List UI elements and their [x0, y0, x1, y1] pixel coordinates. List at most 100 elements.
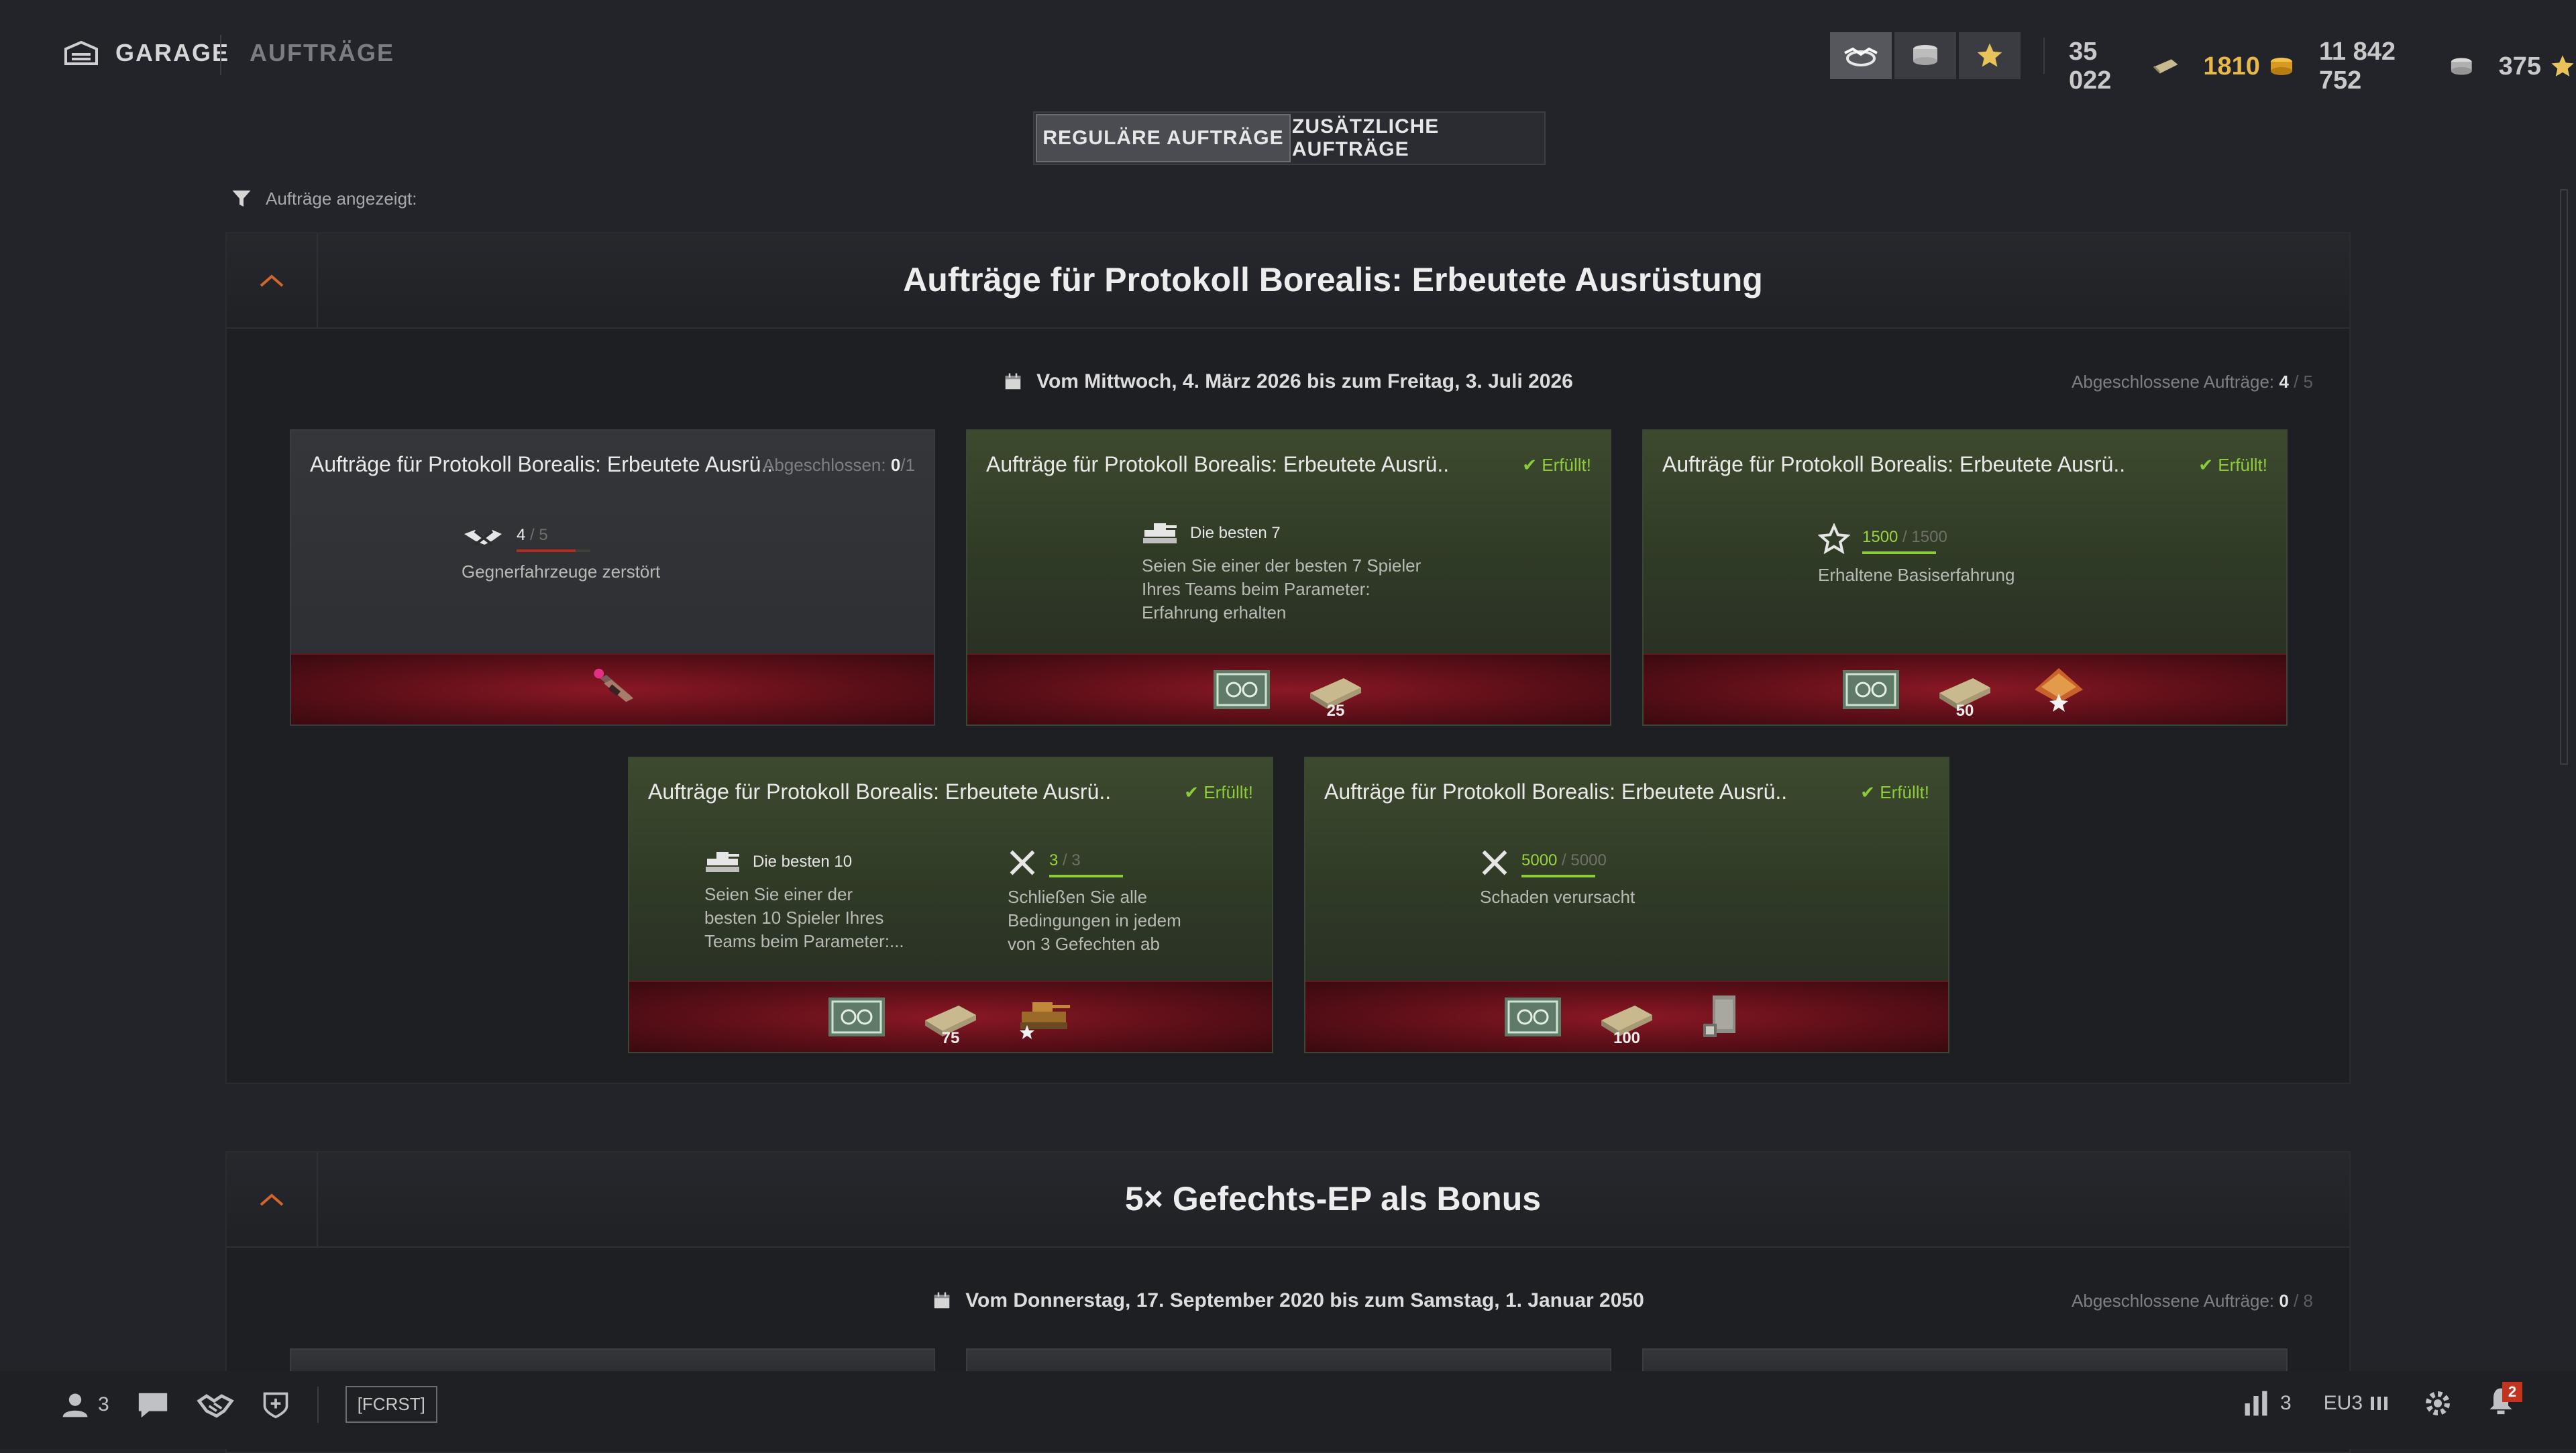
- completed-count-done: 4: [2279, 372, 2289, 392]
- bottom-right-controls: 3 EU3 2: [2241, 1382, 2522, 1421]
- completed-count-sep: /: [2288, 1291, 2304, 1311]
- condition-text: Gegnerfahrzeuge zerstört: [462, 561, 661, 582]
- reward-count: 50: [1955, 702, 1974, 720]
- mission-card[interactable]: Aufträge für Protokoll Borealis: Erbeute…: [966, 429, 1611, 726]
- bonds-balance[interactable]: 35 022: [2069, 38, 2179, 95]
- equipment-icon: [594, 668, 634, 702]
- card-rewards: 25: [967, 653, 1610, 724]
- completed-count-total: 8: [2303, 1291, 2313, 1311]
- credits-toggle-button[interactable]: [1894, 32, 1956, 79]
- collapse-button[interactable]: [227, 233, 318, 327]
- completed-count-label: Abgeschlossene Aufträge:: [2072, 372, 2275, 392]
- notification-badge: 2: [2502, 1382, 2522, 1402]
- server-selector[interactable]: EU3: [2324, 1392, 2390, 1415]
- chevron-up-icon: [260, 274, 284, 287]
- card-status: ✔ Erfüllt!: [1522, 455, 1591, 475]
- reward-count: 75: [941, 1029, 960, 1047]
- mission-card[interactable]: Aufträge für Protokoll Borealis: Erbeute…: [628, 757, 1273, 1053]
- card-status: ✔ Erfüllt!: [1184, 782, 1253, 802]
- reward-item[interactable]: 100: [1596, 990, 1658, 1047]
- tank-icon: [706, 852, 739, 872]
- free-xp-toggle-button[interactable]: [1959, 32, 2021, 79]
- reward-item[interactable]: [2028, 663, 2090, 716]
- card-status-label: Abgeschlossen:: [763, 455, 886, 475]
- free-xp-value: 375: [2498, 52, 2541, 80]
- card-rewards: 100: [1305, 981, 1948, 1052]
- clan-tag-button[interactable]: [FCRST]: [345, 1386, 437, 1423]
- reward-item[interactable]: 50: [1934, 663, 1996, 720]
- destroyed-vehicles-icon: [464, 529, 502, 546]
- reward-item[interactable]: [1014, 990, 1075, 1044]
- condition-value: 5000: [1521, 851, 1558, 869]
- reward-item[interactable]: 75: [920, 990, 981, 1047]
- progress-fill: [517, 549, 576, 552]
- card-rewards: 50: [1644, 653, 2286, 724]
- balances: 35 022 1810 11 842 752 375: [2069, 38, 2576, 95]
- reward-count: 25: [1326, 702, 1345, 720]
- reward-item[interactable]: [1502, 990, 1564, 1044]
- scrollbar[interactable]: [2559, 176, 2569, 1370]
- certificate-icon: [1214, 670, 1270, 709]
- bonds-icon: [2153, 59, 2178, 74]
- credits-balance[interactable]: 11 842 752: [2319, 38, 2475, 95]
- free-xp-balance[interactable]: 375: [2499, 52, 2576, 81]
- mission-condition: 5000 / 5000 Schaden verursacht: [1480, 848, 1635, 909]
- condition-sep: /: [1898, 527, 1912, 546]
- filter-label: Aufträge angezeigt:: [266, 188, 417, 209]
- reward-item[interactable]: [826, 990, 888, 1044]
- mission-condition: Die besten 7 Seien Sie einer der besten …: [1142, 519, 1450, 625]
- card-status-total: /1: [900, 455, 915, 475]
- reward-item[interactable]: [1211, 663, 1273, 716]
- notifications-button[interactable]: 2: [2486, 1382, 2522, 1421]
- tab-additional[interactable]: ZUSÄTZLICHE AUFTRÄGE: [1292, 113, 1544, 164]
- gold-balance[interactable]: 1810: [2203, 52, 2295, 81]
- filter-icon: [232, 191, 251, 207]
- mission-condition: 4 / 5 Gegnerfahrzeuge zerstört: [462, 523, 660, 584]
- reward-item[interactable]: [1840, 663, 1902, 716]
- mission-card[interactable]: Aufträge für Protokoll Borealis: Erbeute…: [1642, 429, 2288, 726]
- chat-icon[interactable]: [136, 1390, 170, 1419]
- reward-item[interactable]: [1690, 990, 1752, 1044]
- calendar-icon: [1005, 373, 1021, 390]
- equipment-crate-icon: [1703, 995, 1735, 1037]
- card-title: Aufträge für Protokoll Borealis: Erbeute…: [1662, 452, 2126, 476]
- nav-auftraege[interactable]: AUFTRÄGE: [250, 39, 394, 67]
- tank-icon: [1143, 523, 1177, 543]
- section-date-text: Vom Mittwoch, 4. März 2026 bis zum Freit…: [1036, 370, 1573, 392]
- nav-divider: [220, 35, 221, 75]
- condition-total: 5000: [1570, 851, 1607, 869]
- completed-count-label: Abgeschlossene Aufträge:: [2072, 1291, 2275, 1311]
- tab-regular[interactable]: REGULÄRE AUFTRÄGE: [1036, 114, 1291, 162]
- platoon-button[interactable]: 3: [60, 1390, 109, 1419]
- user-icon: [62, 1393, 88, 1417]
- completed-count-total: 5: [2303, 372, 2313, 392]
- condition-head: Die besten 10: [753, 852, 853, 871]
- condition-total: 3: [1071, 851, 1081, 869]
- mission-card[interactable]: Aufträge für Protokoll Borealis: Erbeute…: [290, 429, 935, 726]
- condition-text: Schließen Sie alle Bedingungen in jedem …: [1008, 887, 1181, 954]
- reward-item[interactable]: 25: [1305, 663, 1366, 720]
- condition-sep: /: [1557, 851, 1571, 869]
- completed-count-sep: /: [2288, 372, 2304, 392]
- collapse-button[interactable]: [227, 1152, 318, 1246]
- crossed-swords-icon: [1010, 850, 1035, 875]
- premium-toggle-button[interactable]: [1830, 32, 1892, 79]
- nav-garage[interactable]: GARAGE: [64, 39, 229, 67]
- progress-fill: [1521, 874, 1595, 877]
- section-title: 5× Gefechts-EP als Bonus: [1124, 1180, 1542, 1218]
- clan-shield-icon[interactable]: [261, 1390, 290, 1419]
- handshake-icon[interactable]: [197, 1390, 234, 1419]
- mission-condition-2: 3 / 3 Schließen Sie alle Bedingungen in …: [1008, 848, 1195, 956]
- gear-icon[interactable]: [2422, 1387, 2454, 1419]
- nav-garage-label: GARAGE: [115, 39, 230, 66]
- mission-card[interactable]: Aufträge für Protokoll Borealis: Erbeute…: [1304, 757, 1949, 1053]
- card-title: Aufträge für Protokoll Borealis: Erbeute…: [986, 452, 1450, 476]
- reward-item[interactable]: [582, 663, 643, 716]
- progress-bar: [517, 549, 590, 552]
- section-date: Vom Donnerstag, 17. September 2020 bis z…: [227, 1289, 2349, 1312]
- progress-fill: [1049, 874, 1123, 877]
- condition-sep: /: [525, 526, 539, 544]
- sessions-stats-button[interactable]: 3: [2241, 1389, 2292, 1418]
- scrollbar-thumb[interactable]: [2560, 189, 2568, 765]
- filter[interactable]: Aufträge angezeigt:: [229, 186, 417, 211]
